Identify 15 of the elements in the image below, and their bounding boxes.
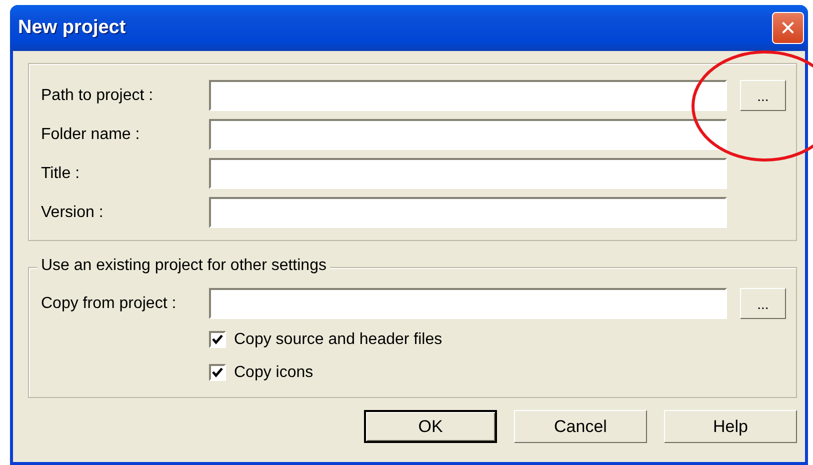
- window-title: New project: [18, 17, 127, 39]
- field-label: Path to project :: [41, 86, 154, 104]
- field-label: Folder name :: [41, 126, 141, 144]
- field-label: Title :: [41, 164, 81, 182]
- dialog-button[interactable]: Cancel: [514, 410, 647, 443]
- browse-button[interactable]: ...: [740, 80, 786, 111]
- dialog-button[interactable]: OK: [364, 410, 497, 443]
- checkbox-label[interactable]: Copy icons: [234, 364, 314, 382]
- checkbox-label[interactable]: Copy source and header files: [234, 330, 442, 348]
- group-legend: Use an existing project for other settings: [37, 257, 330, 275]
- dialog-button[interactable]: Help: [664, 410, 797, 443]
- close-button[interactable]: ✕: [772, 12, 804, 44]
- browse-button[interactable]: ...: [740, 288, 786, 319]
- field-label: Version :: [41, 204, 104, 222]
- field-label: Copy from project :: [41, 294, 178, 312]
